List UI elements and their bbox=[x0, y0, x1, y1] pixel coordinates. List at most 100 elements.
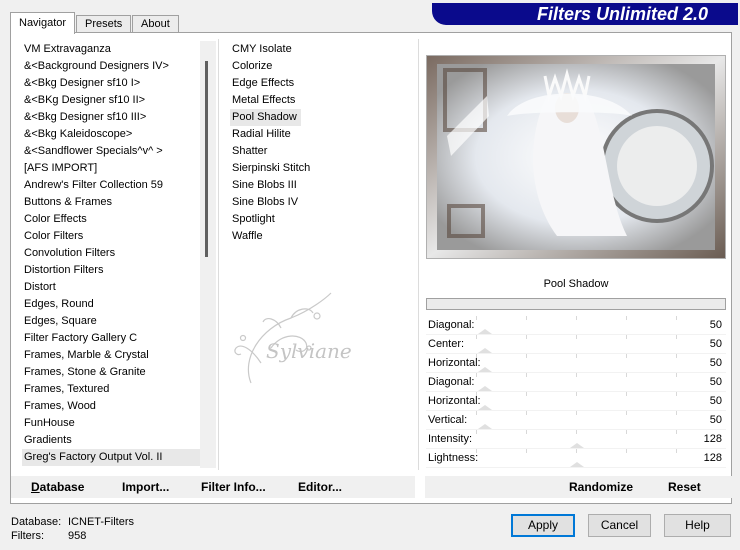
filter-item[interactable]: CMY Isolate bbox=[230, 41, 415, 58]
slider-tick bbox=[626, 392, 627, 396]
filter-item[interactable]: Pool Shadow bbox=[230, 109, 301, 126]
slider-thumb[interactable] bbox=[478, 348, 492, 353]
filter-item[interactable]: Metal Effects bbox=[230, 92, 415, 109]
category-item[interactable]: &<Sandflower Specials^v^ > bbox=[22, 143, 202, 160]
status-filters-count: 958 bbox=[68, 530, 87, 542]
filter-item[interactable]: Shatter bbox=[230, 143, 415, 160]
slider-thumb[interactable] bbox=[478, 329, 492, 334]
category-item[interactable]: Edges, Square bbox=[22, 313, 202, 330]
param-row[interactable]: Horizontal: 50 bbox=[426, 354, 726, 373]
slider-tick bbox=[676, 430, 677, 434]
apply-button[interactable]: Apply bbox=[511, 514, 575, 537]
watermark-flourish-icon: Sylviane bbox=[234, 292, 351, 384]
category-item[interactable]: [AFS IMPORT] bbox=[22, 160, 202, 177]
category-item[interactable]: Convolution Filters bbox=[22, 245, 202, 262]
filter-item[interactable]: Sine Blobs IV bbox=[230, 194, 415, 211]
filter-item[interactable]: Sierpinski Stitch bbox=[230, 160, 415, 177]
database-button[interactable]: Database bbox=[31, 480, 84, 494]
slider-tick bbox=[576, 449, 577, 453]
param-value: 50 bbox=[709, 357, 722, 369]
status-filters-label: Filters: bbox=[11, 530, 44, 542]
editor-button[interactable]: Editor... bbox=[298, 480, 342, 494]
tab-presets[interactable]: Presets bbox=[76, 15, 132, 33]
parameters-area: Pool Shadow Diagonal: 50 Center: 50 Horizont… bbox=[426, 270, 726, 468]
slider-tick bbox=[626, 316, 627, 320]
category-item[interactable]: Frames, Stone & Granite bbox=[22, 364, 202, 381]
category-item[interactable]: &<BKg Designer sf10 II> bbox=[22, 92, 202, 109]
category-item[interactable]: &<Bkg Kaleidoscope> bbox=[22, 126, 202, 143]
cancel-button[interactable]: Cancel bbox=[588, 514, 651, 537]
slider-tick bbox=[576, 430, 577, 434]
param-row[interactable]: Intensity: 128 bbox=[426, 430, 726, 449]
category-item[interactable]: Buttons & Frames bbox=[22, 194, 202, 211]
category-item[interactable]: Frames, Marble & Crystal bbox=[22, 347, 202, 364]
category-item[interactable]: &<Bkg Designer sf10 III> bbox=[22, 109, 202, 126]
slider-tick bbox=[676, 449, 677, 453]
category-item[interactable]: Gradients bbox=[22, 432, 202, 449]
category-scrollbar[interactable] bbox=[200, 41, 216, 468]
param-row[interactable]: Center: 50 bbox=[426, 335, 726, 354]
category-item[interactable]: FunHouse bbox=[22, 415, 202, 432]
filter-item[interactable]: Radial Hilite bbox=[230, 126, 415, 143]
navigator-panel: VM Extravaganza &<Background Designers IV… bbox=[10, 32, 732, 504]
param-label: Diagonal: bbox=[428, 376, 475, 388]
category-item[interactable]: &<Background Designers IV> bbox=[22, 58, 202, 75]
preview-image bbox=[426, 55, 726, 259]
slider-tick bbox=[526, 411, 527, 415]
param-row[interactable]: Diagonal: 50 bbox=[426, 373, 726, 392]
category-item[interactable]: Filter Factory Gallery C bbox=[22, 330, 202, 347]
category-item[interactable]: Color Effects bbox=[22, 211, 202, 228]
slider-tick bbox=[676, 354, 677, 358]
category-item[interactable]: VM Extravaganza bbox=[22, 41, 202, 58]
slider-tick bbox=[626, 411, 627, 415]
category-item[interactable]: Distortion Filters bbox=[22, 262, 202, 279]
filter-item[interactable]: Colorize bbox=[230, 58, 415, 75]
filter-item[interactable]: Edge Effects bbox=[230, 75, 415, 92]
slider-tick bbox=[576, 373, 577, 377]
category-scroll-thumb[interactable] bbox=[205, 61, 208, 257]
param-row[interactable]: Lightness: 128 bbox=[426, 449, 726, 468]
category-item[interactable]: Edges, Round bbox=[22, 296, 202, 313]
category-item[interactable]: Color Filters bbox=[22, 228, 202, 245]
filter-item[interactable]: Sine Blobs III bbox=[230, 177, 415, 194]
watermark-text: Sylviane bbox=[266, 339, 351, 363]
category-item[interactable]: &<Bkg Designer sf10 I> bbox=[22, 75, 202, 92]
status-database-value: ICNET-Filters bbox=[68, 516, 134, 528]
param-value: 128 bbox=[703, 433, 722, 445]
slider-tick bbox=[476, 430, 477, 434]
import-button[interactable]: Import... bbox=[122, 480, 169, 494]
slider-tick bbox=[526, 335, 527, 339]
param-row[interactable]: Horizontal: 50 bbox=[426, 392, 726, 411]
filter-item[interactable]: Spotlight bbox=[230, 211, 415, 228]
category-list[interactable]: VM Extravaganza &<Background Designers IV… bbox=[22, 41, 202, 468]
filter-list[interactable]: CMY Isolate Colorize Edge Effects Metal Eff… bbox=[230, 41, 415, 245]
category-item[interactable]: Andrew's Filter Collection 59 bbox=[22, 177, 202, 194]
slider-tick bbox=[526, 449, 527, 453]
list-divider bbox=[218, 39, 219, 470]
slider-thumb[interactable] bbox=[478, 424, 492, 429]
slider-tick bbox=[626, 449, 627, 453]
slider-tick bbox=[676, 316, 677, 320]
param-value: 50 bbox=[709, 319, 722, 331]
tab-navigator[interactable]: Navigator bbox=[10, 12, 76, 34]
slider-tick bbox=[676, 373, 677, 377]
list-divider bbox=[418, 39, 419, 470]
filter-item[interactable]: Waffle bbox=[230, 228, 415, 245]
param-label: Vertical: bbox=[428, 414, 468, 426]
randomize-button[interactable]: Randomize bbox=[569, 480, 633, 494]
category-item[interactable]: Greg's Factory Output Vol. II bbox=[22, 449, 202, 466]
category-item[interactable]: Frames, Wood bbox=[22, 398, 202, 415]
tab-about[interactable]: About bbox=[132, 15, 179, 33]
status-database-label: Database: bbox=[11, 516, 62, 528]
category-item[interactable]: Frames, Textured bbox=[22, 381, 202, 398]
param-row[interactable]: Vertical: 50 bbox=[426, 411, 726, 430]
slider-thumb[interactable] bbox=[570, 443, 584, 448]
category-item[interactable]: Distort bbox=[22, 279, 202, 296]
slider-tick bbox=[676, 392, 677, 396]
slider-thumb[interactable] bbox=[478, 386, 492, 391]
reset-button[interactable]: Reset bbox=[668, 480, 701, 494]
slider-thumb[interactable] bbox=[570, 462, 584, 467]
param-row[interactable]: Diagonal: 50 bbox=[426, 316, 726, 335]
filter-info-button[interactable]: Filter Info... bbox=[201, 480, 266, 494]
help-button[interactable]: Help bbox=[664, 514, 731, 537]
